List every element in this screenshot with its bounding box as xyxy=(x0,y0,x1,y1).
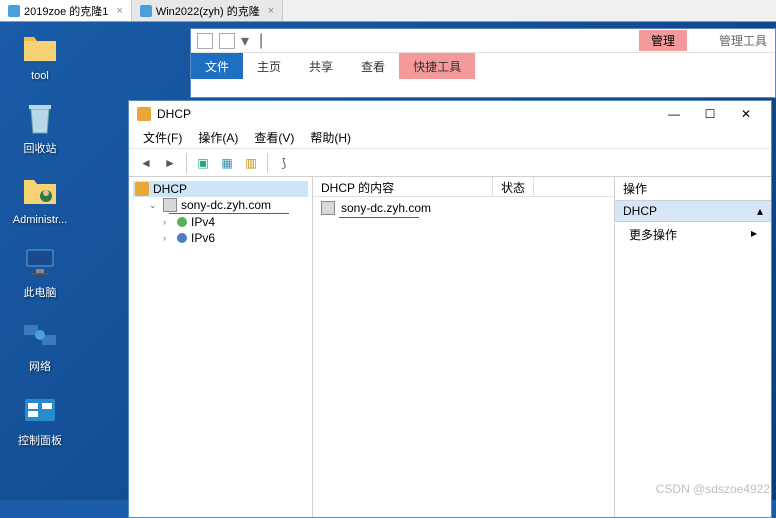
vm-tab-label: 2019zoe 的克隆1 xyxy=(24,3,108,19)
actions-pane: 操作 DHCP ▴ 更多操作 ▸ xyxy=(615,177,771,517)
toolbar: ◄ ► ▣ ▦ ▥ ⟆ xyxy=(129,149,771,177)
desktop-icon-pc[interactable]: 此电脑 xyxy=(8,244,72,300)
window-title: DHCP xyxy=(157,107,657,121)
minimize-button[interactable]: ― xyxy=(657,103,691,125)
menu-view[interactable]: 查看(V) xyxy=(248,127,300,148)
icon-label: 网络 xyxy=(29,358,51,374)
up-button[interactable]: ▣ xyxy=(192,152,214,174)
tree-label: IPv6 xyxy=(191,231,215,245)
back-button[interactable]: ◄ xyxy=(135,152,157,174)
desktop-icon-recycle[interactable]: 回收站 xyxy=(8,100,72,156)
actions-section[interactable]: DHCP ▴ xyxy=(615,201,771,222)
icon-label: tool xyxy=(31,70,49,82)
quick-access-toolbar: ▾ | 管理 管理工具 xyxy=(191,29,775,53)
chevron-down-icon[interactable]: ▾ xyxy=(241,31,249,51)
desktop-icons: tool 回收站 Administr... 此电脑 网络 控制面板 xyxy=(8,30,72,466)
vm-icon xyxy=(8,5,20,17)
ribbon-context-tools: 管理工具 xyxy=(717,30,769,51)
tree-server[interactable]: ⌄ sony-dc.zyh.com xyxy=(147,197,308,213)
computer-icon xyxy=(22,244,58,280)
ipv4-icon xyxy=(177,217,187,227)
tree-ipv4[interactable]: › IPv4 xyxy=(161,214,308,230)
chevron-right-icon: ▸ xyxy=(751,226,757,243)
network-icon xyxy=(22,318,58,354)
section-label: DHCP xyxy=(623,204,657,218)
server-icon xyxy=(321,201,335,215)
control-panel-icon xyxy=(22,392,58,428)
dhcp-icon xyxy=(135,182,149,196)
close-icon[interactable]: × xyxy=(116,5,122,17)
icon-label: 此电脑 xyxy=(24,284,57,300)
properties-button[interactable]: ▦ xyxy=(216,152,238,174)
folder-icon xyxy=(22,30,58,66)
content-pane[interactable]: DHCP 的内容 状态 sony-dc.zyh.com xyxy=(313,177,615,517)
mmc-body: DHCP ⌄ sony-dc.zyh.com › IPv4 xyxy=(129,177,771,517)
tab-file[interactable]: 文件 xyxy=(191,53,243,79)
column-header-content[interactable]: DHCP 的内容 xyxy=(313,177,493,196)
expand-icon[interactable]: › xyxy=(163,233,173,243)
collapse-icon[interactable]: ⌄ xyxy=(149,200,159,211)
annotation-line xyxy=(339,217,419,218)
tree-root-dhcp[interactable]: DHCP xyxy=(133,181,308,197)
close-button[interactable]: ✕ xyxy=(729,103,763,125)
tree-label: sony-dc.zyh.com xyxy=(181,198,271,212)
desktop-icon-network[interactable]: 网络 xyxy=(8,318,72,374)
tree-label: DHCP xyxy=(153,182,187,196)
icon-label: 回收站 xyxy=(24,140,57,156)
desktop-icon-tool[interactable]: tool xyxy=(8,30,72,82)
icon-label: Administr... xyxy=(13,214,67,226)
vm-tab-bar: 2019zoe 的克隆1 × Win2022(zyh) 的克隆 × xyxy=(0,0,776,22)
tab-quicktools[interactable]: 快捷工具 xyxy=(399,53,475,79)
dhcp-icon xyxy=(137,107,151,121)
column-headers: DHCP 的内容 状态 xyxy=(313,177,614,197)
actions-header: 操作 xyxy=(615,177,771,201)
tab-share[interactable]: 共享 xyxy=(295,53,347,79)
qat-icon[interactable] xyxy=(219,33,235,49)
titlebar[interactable]: DHCP ― ☐ ✕ xyxy=(129,101,771,127)
maximize-button[interactable]: ☐ xyxy=(693,103,727,125)
collapse-icon[interactable]: ▴ xyxy=(757,204,763,218)
content-body: sony-dc.zyh.com xyxy=(313,197,614,517)
menubar: 文件(F) 操作(A) 查看(V) 帮助(H) xyxy=(129,127,771,149)
desktop[interactable]: tool 回收站 Administr... 此电脑 网络 控制面板 ▾ | xyxy=(0,22,776,500)
close-icon[interactable]: × xyxy=(268,5,274,17)
menu-action[interactable]: 操作(A) xyxy=(192,127,244,148)
action-more[interactable]: 更多操作 ▸ xyxy=(615,222,771,247)
separator xyxy=(267,153,268,173)
trash-icon xyxy=(22,100,58,136)
desktop-icon-admin[interactable]: Administr... xyxy=(8,174,72,226)
dhcp-mmc-window: DHCP ― ☐ ✕ 文件(F) 操作(A) 查看(V) 帮助(H) ◄ ► ▣… xyxy=(128,100,772,518)
separator xyxy=(186,153,187,173)
desktop-icon-control[interactable]: 控制面板 xyxy=(8,392,72,448)
qat-icon[interactable] xyxy=(197,33,213,49)
menu-help[interactable]: 帮助(H) xyxy=(304,127,357,148)
vm-tab-label: Win2022(zyh) 的克隆 xyxy=(156,3,260,19)
watermark: CSDN @sdszoe4922 xyxy=(656,482,770,496)
divider: | xyxy=(259,32,263,50)
ipv6-icon xyxy=(177,233,187,243)
server-icon xyxy=(163,198,177,212)
explorer-window[interactable]: ▾ | 管理 管理工具 文件 主页 共享 查看 快捷工具 xyxy=(190,28,776,98)
icon-label: 控制面板 xyxy=(18,432,62,448)
ribbon-tabs: 文件 主页 共享 查看 快捷工具 xyxy=(191,53,775,79)
export-button[interactable]: ▥ xyxy=(240,152,262,174)
forward-button[interactable]: ► xyxy=(159,152,181,174)
user-folder-icon xyxy=(22,174,58,210)
item-name: sony-dc.zyh.com xyxy=(341,201,431,215)
vm-tab-active[interactable]: 2019zoe 的克隆1 × xyxy=(0,0,132,21)
list-item[interactable]: sony-dc.zyh.com xyxy=(315,199,612,217)
ribbon-context-manage[interactable]: 管理 xyxy=(639,30,687,51)
action-label: 更多操作 xyxy=(629,226,677,243)
refresh-button[interactable]: ⟆ xyxy=(273,152,295,174)
column-header-status[interactable]: 状态 xyxy=(493,177,534,196)
vm-tab-inactive[interactable]: Win2022(zyh) 的克隆 × xyxy=(132,0,283,21)
tab-home[interactable]: 主页 xyxy=(243,53,295,79)
tree-pane[interactable]: DHCP ⌄ sony-dc.zyh.com › IPv4 xyxy=(129,177,313,517)
tab-view[interactable]: 查看 xyxy=(347,53,399,79)
tree-ipv6[interactable]: › IPv6 xyxy=(161,230,308,246)
vm-icon xyxy=(140,5,152,17)
menu-file[interactable]: 文件(F) xyxy=(137,127,188,148)
expand-icon[interactable]: › xyxy=(163,217,173,227)
tree-label: IPv4 xyxy=(191,215,215,229)
